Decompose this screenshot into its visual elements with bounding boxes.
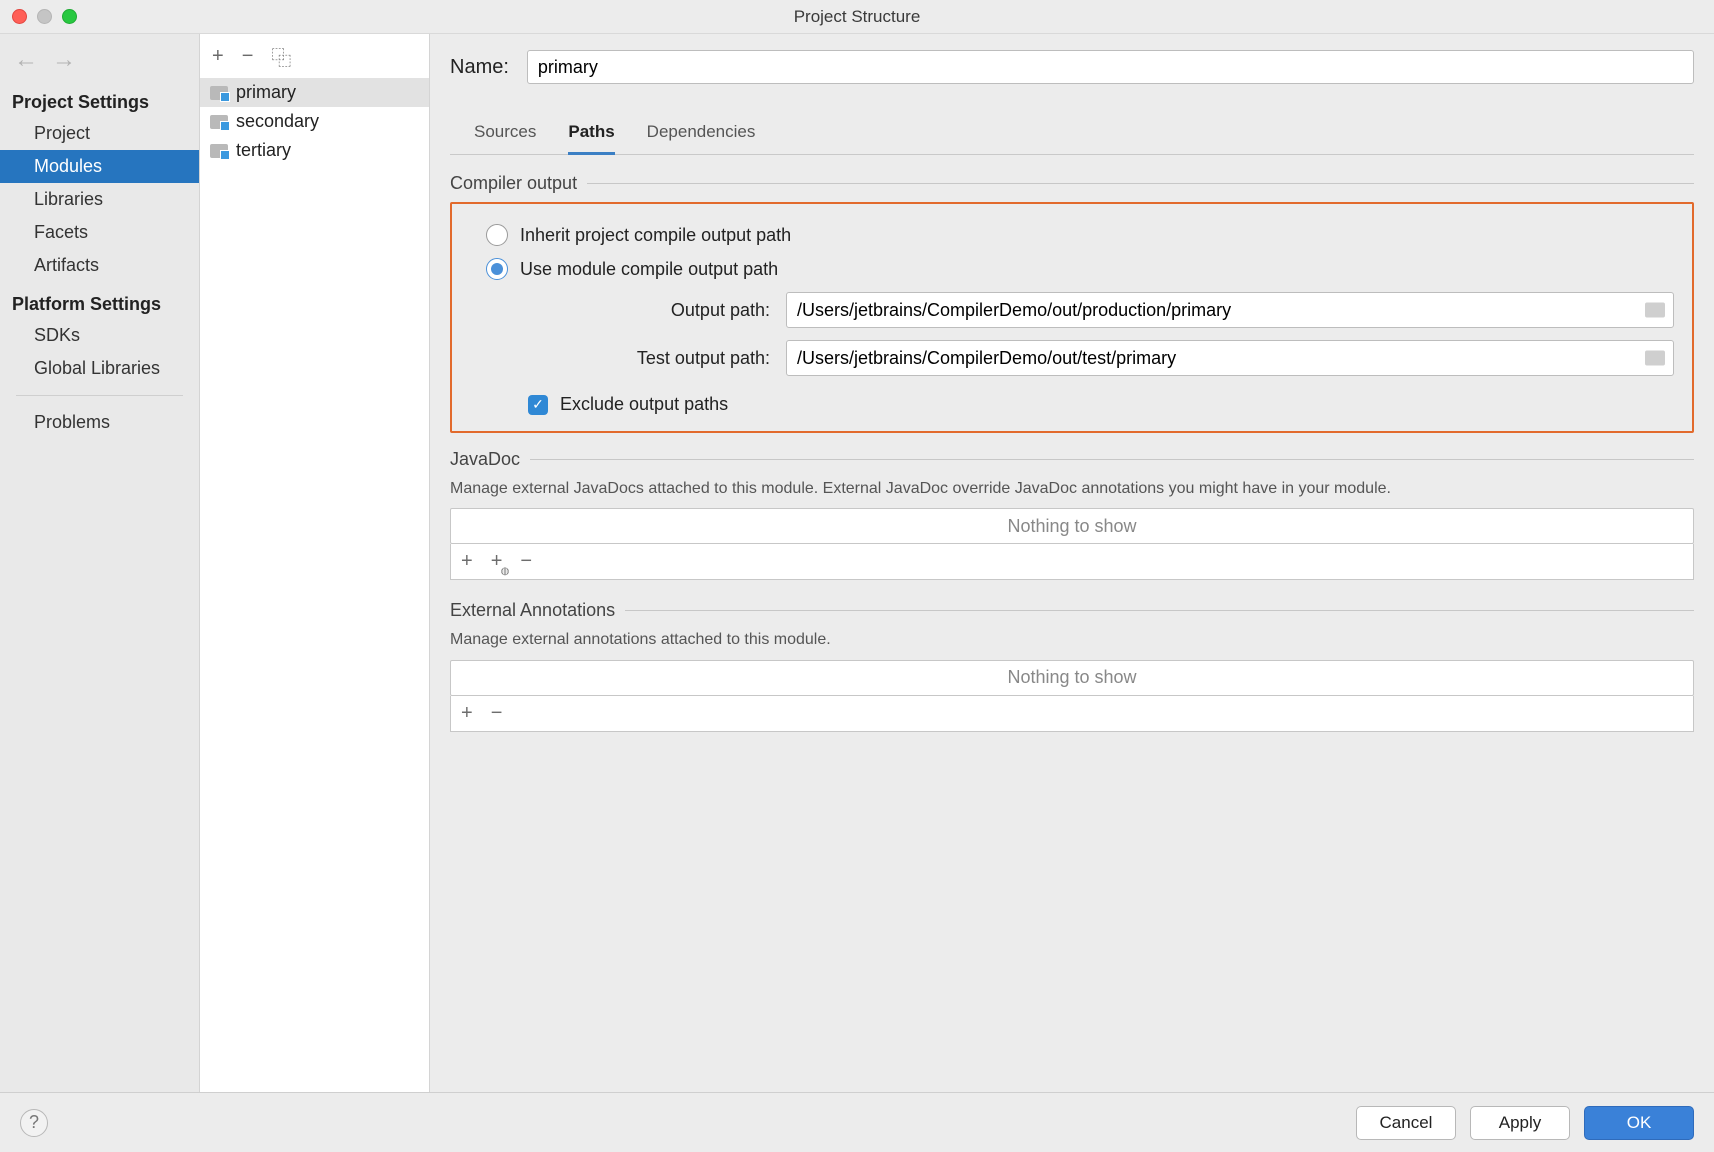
test-output-path-input[interactable] — [787, 348, 1673, 369]
javadoc-empty-text: Nothing to show — [1007, 516, 1136, 537]
add-module-icon[interactable]: + — [212, 45, 224, 68]
add-javadoc-url-icon[interactable]: +◍ — [491, 550, 503, 573]
window-title: Project Structure — [0, 7, 1714, 27]
name-label: Name: — [450, 56, 509, 79]
section-compiler-output: Compiler output — [450, 173, 1694, 194]
javadoc-list[interactable]: Nothing to show — [450, 508, 1694, 544]
exclude-output-checkbox[interactable]: ✓ — [528, 395, 548, 415]
compiler-output-highlight: Inherit project compile output path Use … — [450, 202, 1694, 433]
module-item-primary[interactable]: primary — [200, 78, 429, 107]
ext-annotations-toolbar: + − — [450, 696, 1694, 732]
browse-folder-icon[interactable] — [1645, 303, 1665, 318]
nav-arrows: ← → — [0, 34, 199, 80]
radio-use-module[interactable] — [486, 258, 508, 280]
sidebar-item-libraries[interactable]: Libraries — [0, 183, 199, 216]
dialog-button-bar: ? Cancel Apply OK — [0, 1092, 1714, 1152]
ext-annotations-list[interactable]: Nothing to show — [450, 660, 1694, 696]
module-content-panel: Name: Sources Paths Dependencies Compile… — [430, 34, 1714, 1092]
ext-annotations-help-text: Manage external annotations attached to … — [450, 629, 1694, 651]
ext-annotations-empty-text: Nothing to show — [1007, 667, 1136, 688]
sidebar-divider — [16, 395, 183, 396]
radio-inherit-label: Inherit project compile output path — [520, 225, 791, 246]
module-folder-icon — [210, 86, 228, 100]
sidebar-item-global-libraries[interactable]: Global Libraries — [0, 352, 199, 385]
heading-project-settings: Project Settings — [0, 80, 199, 117]
sidebar-item-artifacts[interactable]: Artifacts — [0, 249, 199, 282]
browse-folder-icon[interactable] — [1645, 351, 1665, 366]
modules-panel: + − ⿻ primary secondary tertiary — [200, 34, 430, 1092]
exclude-output-row[interactable]: ✓ Exclude output paths — [470, 382, 1674, 417]
radio-use-module-label: Use module compile output path — [520, 259, 778, 280]
module-item-secondary[interactable]: secondary — [200, 107, 429, 136]
module-list: primary secondary tertiary — [200, 78, 429, 1092]
sidebar-item-project[interactable]: Project — [0, 117, 199, 150]
remove-annotation-icon[interactable]: − — [491, 702, 503, 725]
module-folder-icon — [210, 115, 228, 129]
tab-paths[interactable]: Paths — [568, 114, 614, 155]
module-tabs: Sources Paths Dependencies — [450, 114, 1694, 155]
module-item-label: secondary — [236, 111, 319, 132]
titlebar: Project Structure — [0, 0, 1714, 34]
heading-platform-settings: Platform Settings — [0, 282, 199, 319]
section-external-annotations: External Annotations — [450, 600, 1694, 621]
nav-forward-icon[interactable]: → — [52, 46, 76, 74]
tab-sources[interactable]: Sources — [474, 114, 536, 154]
module-item-label: primary — [236, 82, 296, 103]
cancel-button[interactable]: Cancel — [1356, 1106, 1456, 1140]
javadoc-help-text: Manage external JavaDocs attached to thi… — [450, 478, 1694, 500]
settings-sidebar: ← → Project Settings Project Modules Lib… — [0, 34, 200, 1092]
tab-dependencies[interactable]: Dependencies — [647, 114, 756, 154]
radio-inherit-row[interactable]: Inherit project compile output path — [470, 218, 1674, 252]
javadoc-toolbar: + +◍ − — [450, 544, 1694, 580]
output-path-field[interactable] — [786, 292, 1674, 328]
sidebar-item-facets[interactable]: Facets — [0, 216, 199, 249]
module-folder-icon — [210, 144, 228, 158]
add-javadoc-icon[interactable]: + — [461, 550, 473, 573]
apply-button[interactable]: Apply — [1470, 1106, 1570, 1140]
remove-module-icon[interactable]: − — [242, 45, 254, 68]
test-output-path-label: Test output path: — [510, 348, 770, 369]
module-item-label: tertiary — [236, 140, 291, 161]
output-path-label: Output path: — [510, 300, 770, 321]
test-output-path-field[interactable] — [786, 340, 1674, 376]
nav-back-icon[interactable]: ← — [14, 46, 38, 74]
radio-use-module-row[interactable]: Use module compile output path — [470, 252, 1674, 286]
add-annotation-icon[interactable]: + — [461, 702, 473, 725]
section-javadoc: JavaDoc — [450, 449, 1694, 470]
sidebar-item-sdks[interactable]: SDKs — [0, 319, 199, 352]
remove-javadoc-icon[interactable]: − — [520, 550, 532, 573]
modules-toolbar: + − ⿻ — [200, 34, 429, 78]
copy-module-icon[interactable]: ⿻ — [271, 42, 291, 71]
sidebar-item-problems[interactable]: Problems — [0, 406, 199, 439]
exclude-output-label: Exclude output paths — [560, 394, 728, 415]
sidebar-item-modules[interactable]: Modules — [0, 150, 199, 183]
radio-inherit[interactable] — [486, 224, 508, 246]
module-name-input[interactable] — [527, 50, 1694, 84]
module-item-tertiary[interactable]: tertiary — [200, 136, 429, 165]
output-path-input[interactable] — [787, 300, 1673, 321]
help-button[interactable]: ? — [20, 1109, 48, 1137]
ok-button[interactable]: OK — [1584, 1106, 1694, 1140]
